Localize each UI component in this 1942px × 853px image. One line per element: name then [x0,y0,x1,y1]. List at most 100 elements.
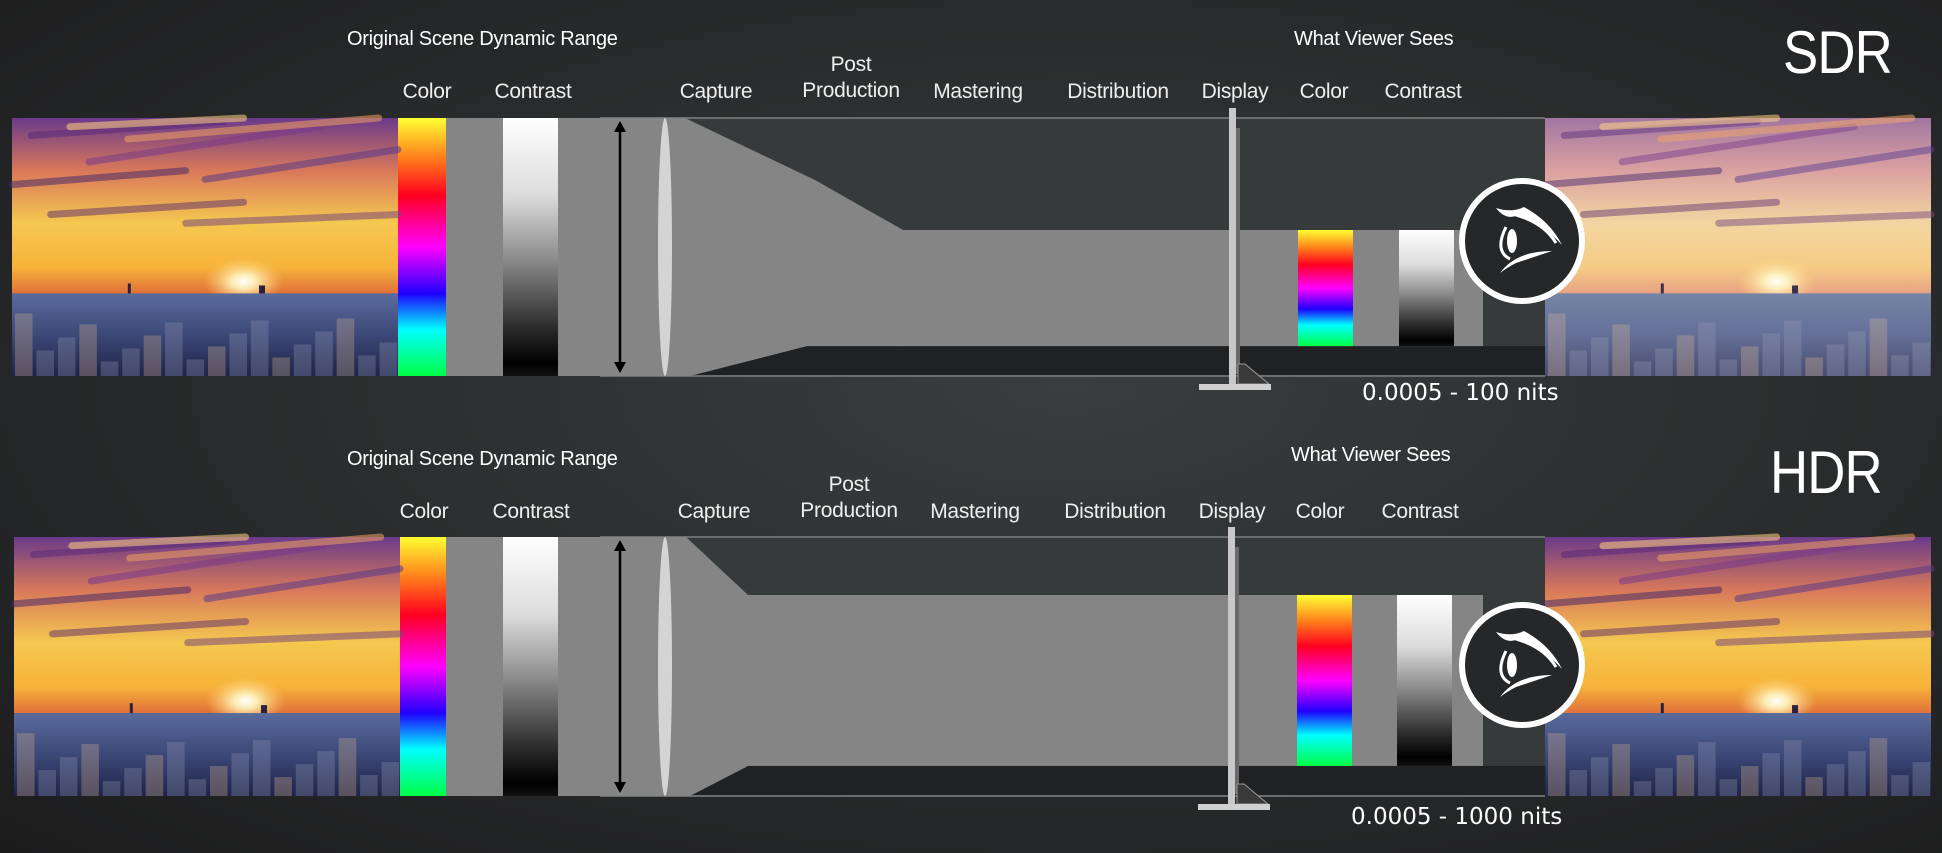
input-color-bar [398,537,446,796]
photo-building [272,357,290,376]
photo-building [1869,738,1888,796]
output-contrast-bar [1397,595,1452,766]
output-contrast-label: Contrast [1381,500,1459,523]
photo-building [1590,757,1609,796]
stage-distribution-label: Distribution [1067,80,1169,103]
pipeline-lower-strip [640,765,1545,796]
photo-building [100,361,119,376]
photo-building [379,342,398,376]
input-contrast-bar [503,118,558,376]
tv-panel-front [1228,527,1235,804]
sdr-badge: SDR [1783,19,1893,86]
photo-building [1655,768,1673,796]
photo-building [1698,742,1716,796]
photo-building [231,753,249,796]
photo-building [122,348,140,376]
photo-building [36,350,54,376]
photo-building [38,770,56,796]
photo-building [229,333,247,376]
stage-post-line2: Production [802,79,900,102]
photo-building [1826,764,1845,796]
tv-panel-front [1229,108,1236,384]
photo-spire [129,703,133,714]
photo-building [210,766,228,796]
photo-building [358,355,376,376]
stage-display-label: Display [1201,80,1269,103]
hdr-badge: HDR [1770,439,1883,506]
stage-capture-label: Capture [677,500,751,523]
photo-building [124,768,142,796]
what-viewer-sees-title: What Viewer Sees [1294,28,1454,50]
photo-building [317,751,335,796]
hdr-nits-range: 0.0005 - 1000 nits [1351,804,1563,830]
photo-building [186,359,205,376]
photo-building [165,322,183,376]
original-photo [10,533,404,796]
output-color-bar [1297,595,1352,766]
photo-building [1741,766,1759,796]
output-color-label: Color [1299,80,1349,103]
viewer-photo [1541,533,1935,796]
input-color-bar [398,118,446,376]
input-color-label: Color [402,80,452,103]
sdr-nits-range: 0.0005 - 100 nits [1362,380,1559,406]
photo-spire [127,283,131,294]
hdr-diagram [10,527,1935,810]
original-photo [8,114,402,376]
photo-building [1548,733,1566,796]
original-scene-title: Original Scene Dynamic Range [347,28,618,50]
stage-display-label: Display [1198,500,1266,523]
photo-building [1783,740,1802,796]
photo-building [336,318,355,376]
photo-building [274,777,292,796]
photo-building [360,775,378,796]
photo-building [79,324,97,376]
pipeline-lower-strip [690,346,1545,376]
photo-building [145,755,164,796]
photo-building [250,320,269,376]
lens-icon [658,537,672,796]
original-scene-title: Original Scene Dynamic Range [347,448,618,470]
photo-building [59,757,78,796]
photo-building [1805,777,1823,796]
tv-base [1199,384,1271,390]
stage-post-production-label: Post Production [800,472,898,524]
photo-building [188,779,207,796]
photo-building [1676,755,1695,796]
tv-base [1198,804,1270,810]
photo-building [1633,781,1652,796]
input-contrast-label: Contrast [494,80,572,103]
output-band [745,595,1483,766]
input-contrast-label: Contrast [492,500,570,523]
what-viewer-sees-title: What Viewer Sees [1291,444,1451,466]
eye-ring [1459,602,1585,728]
hdr-row: Original Scene Dynamic Range What Viewer… [0,418,1942,838]
tv-panel-back [1235,547,1239,794]
photo-tower [1792,705,1799,714]
stage-distribution-label: Distribution [1064,500,1166,523]
photo-building [1848,751,1866,796]
photo-building [338,738,357,796]
input-contrast-bar [503,537,558,796]
photo-building [15,313,33,376]
stage-mastering-label: Mastering [930,500,1020,523]
eye-pupil [1507,229,1517,253]
photo-tower [261,705,268,714]
photo-spire [1660,703,1664,714]
photo-building [293,344,312,376]
photo-building [1891,775,1909,796]
photo-building [295,764,314,796]
stage-post-production-label: Post Production [802,52,900,104]
stage-capture-label: Capture [679,80,753,103]
input-color-label: Color [399,500,449,523]
tv-panel-back [1236,128,1240,374]
photo-building [1612,744,1630,796]
photo-building [1719,779,1738,796]
photo-building [381,762,400,796]
photo-building [1762,753,1780,796]
stage-post-line1: Post [828,473,870,496]
photo-building [167,742,185,796]
sdr-row: Original Scene Dynamic Range What Viewer… [0,0,1942,420]
photo-building [208,346,226,376]
output-band [900,230,1483,347]
